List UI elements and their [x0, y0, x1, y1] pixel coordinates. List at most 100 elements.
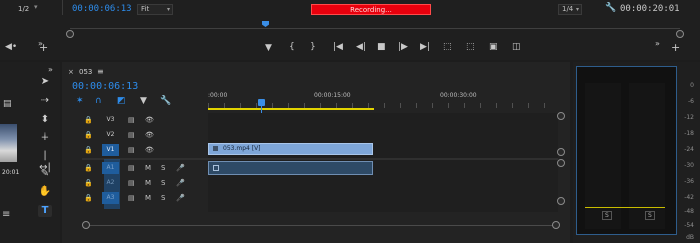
lock-icon[interactable]: 🔒	[84, 113, 93, 127]
vertical-scroll-mid[interactable]	[557, 159, 565, 167]
lock-icon[interactable]: 🔒	[84, 191, 93, 205]
db-label: 0	[690, 82, 694, 89]
meter-solo-left[interactable]: S	[602, 211, 612, 220]
zoom-handle-right[interactable]	[676, 30, 684, 38]
divider	[62, 0, 63, 15]
resolution-value: 1/4	[562, 5, 574, 13]
comparison-view-icon[interactable]: ◫	[512, 43, 521, 52]
meter-floor	[585, 207, 665, 208]
pen-tool-icon[interactable]: ✎	[38, 168, 52, 180]
more-chevron-icon[interactable]: »	[655, 40, 660, 48]
chevron-down-icon[interactable]: ▾	[34, 3, 38, 11]
mark-out-icon[interactable]: }	[310, 43, 316, 52]
ruler-label: 00:00:30:00	[440, 92, 477, 99]
vertical-scroll-bottom[interactable]	[557, 197, 565, 205]
sync-lock-icon[interactable]: ▤	[128, 113, 135, 127]
audio-meter	[576, 66, 677, 235]
resolution-select[interactable]: 1/4 ▾	[558, 4, 582, 15]
playhead-timecode[interactable]: 00:00:06:13	[72, 4, 132, 14]
close-tab-icon[interactable]: ×	[68, 69, 74, 76]
mark-in-icon[interactable]: {	[289, 43, 295, 52]
linked-selection-icon[interactable]: ◩	[117, 97, 126, 106]
microphone-icon[interactable]: 🎤	[176, 161, 185, 175]
lock-icon[interactable]: 🔒	[84, 176, 93, 190]
zoom-value: Fit	[141, 5, 150, 13]
h-scroll-left[interactable]	[82, 221, 90, 229]
lock-icon[interactable]: 🔒	[84, 161, 93, 175]
source-ratio-left[interactable]: 1/2	[18, 5, 29, 13]
selection-tool-icon[interactable]: ➤	[38, 76, 52, 88]
type-tool-icon[interactable]: T	[38, 205, 52, 217]
hand-tool-icon[interactable]: ✋	[38, 186, 52, 198]
razor-tool-icon[interactable]: ∔	[38, 132, 52, 144]
tab-menu-icon[interactable]: ≡	[97, 68, 104, 76]
eye-icon[interactable]: 👁	[145, 143, 154, 157]
extract-icon[interactable]: ⬚	[466, 43, 475, 52]
eye-icon[interactable]: 👁	[145, 113, 154, 127]
audio-clip[interactable]	[208, 161, 373, 175]
track-select-tool-icon[interactable]: ⇢	[38, 95, 52, 107]
sync-lock-icon[interactable]: ▤	[128, 128, 135, 142]
vertical-scroll-mid[interactable]	[557, 148, 565, 156]
track-target-v1[interactable]: V1	[102, 144, 119, 156]
solo-button[interactable]: S	[161, 161, 165, 175]
work-area-bar[interactable]	[208, 108, 374, 110]
ruler-label: 00:00:15:00	[314, 92, 351, 99]
add-marker-icon[interactable]: ▼	[140, 97, 147, 106]
db-label: -24	[684, 146, 694, 153]
lock-icon[interactable]: 🔒	[84, 143, 93, 157]
sync-lock-icon[interactable]: ▤	[128, 176, 135, 190]
list-view-icon[interactable]: ≡	[2, 210, 10, 220]
ripple-edit-tool-icon[interactable]: ⬍	[38, 114, 52, 126]
lift-icon[interactable]: ⬚	[443, 43, 452, 52]
fx-icon	[213, 146, 218, 151]
sync-lock-icon[interactable]: ▤	[128, 143, 135, 157]
clip-thumbnail[interactable]	[0, 124, 17, 162]
lock-icon[interactable]: 🔒	[84, 128, 93, 142]
go-to-in-icon[interactable]: |◀	[333, 43, 343, 52]
left-panel-step-icon[interactable]: ◀•	[5, 43, 17, 52]
horizontal-scrollbar[interactable]	[86, 225, 556, 226]
go-to-out-icon[interactable]: ▶|	[420, 43, 430, 52]
wrench-icon[interactable]: 🔧	[605, 4, 616, 13]
playhead-marker[interactable]	[262, 21, 269, 27]
slip-tool-icon[interactable]: |↔|	[38, 150, 52, 173]
track-header-column: 🔒 V3 ▤ 👁 🔒 V2 ▤ 👁 🔒 V1 ▤ 👁 🔒 A1 ▤ M S 🎤	[82, 113, 206, 213]
bin-icon[interactable]: ▤	[3, 100, 12, 109]
track-target-v2[interactable]: V2	[102, 129, 119, 141]
sync-lock-icon[interactable]: ▤	[128, 161, 135, 175]
step-back-icon[interactable]: ◀|	[356, 43, 366, 52]
video-clip[interactable]: 053.mp4 [V]	[208, 143, 373, 155]
sequence-timecode[interactable]: 00:00:06:13	[72, 81, 138, 92]
track-target-v3[interactable]: V3	[102, 114, 119, 126]
solo-button[interactable]: S	[161, 176, 165, 190]
mute-button[interactable]: M	[145, 191, 151, 205]
chevron-down-icon: ▾	[166, 6, 170, 13]
more-chevron-icon[interactable]: »	[38, 40, 43, 48]
add-button-icon[interactable]: +	[671, 42, 680, 53]
microphone-icon[interactable]: 🎤	[176, 191, 185, 205]
meter-solo-right[interactable]: S	[645, 211, 655, 220]
solo-button[interactable]: S	[161, 191, 165, 205]
sync-lock-icon[interactable]: ▤	[128, 191, 135, 205]
source-patch-column[interactable]	[104, 159, 120, 209]
mute-button[interactable]: M	[145, 161, 151, 175]
mini-timeline[interactable]	[70, 28, 680, 29]
playhead[interactable]	[258, 99, 265, 106]
eye-icon[interactable]: 👁	[145, 128, 154, 142]
zoom-select[interactable]: Fit ▾	[137, 4, 173, 15]
timeline-settings-icon[interactable]: 🔧	[160, 97, 171, 106]
stop-icon[interactable]: ■	[377, 43, 386, 52]
panel-menu-icon[interactable]: »	[48, 66, 53, 74]
sequence-tab[interactable]: 053	[79, 68, 92, 76]
marker-icon[interactable]: ▼	[265, 44, 272, 53]
nest-icon[interactable]: ✶	[76, 97, 84, 106]
mute-button[interactable]: M	[145, 176, 151, 190]
vertical-scroll-top[interactable]	[557, 112, 565, 120]
snap-icon[interactable]: ∩	[95, 97, 102, 106]
h-scroll-right[interactable]	[552, 221, 560, 229]
zoom-handle-left[interactable]	[66, 30, 74, 38]
step-forward-icon[interactable]: |▶	[398, 43, 408, 52]
camera-icon[interactable]: ▣	[489, 43, 498, 52]
microphone-icon[interactable]: 🎤	[176, 176, 185, 190]
